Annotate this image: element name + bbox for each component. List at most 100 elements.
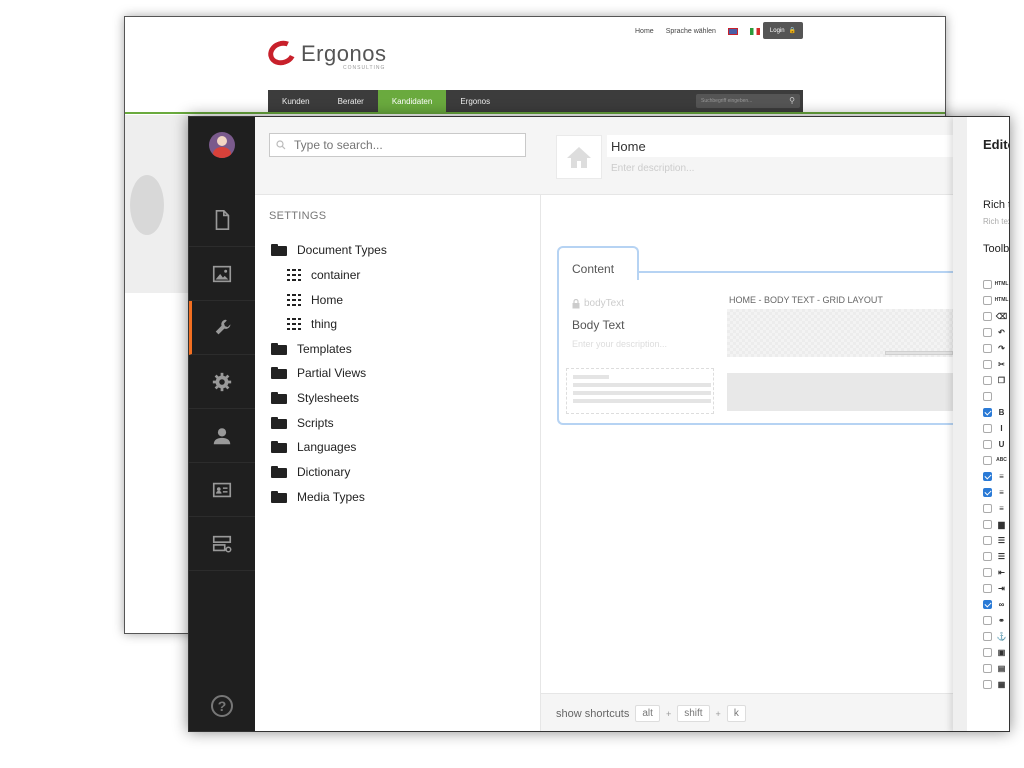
tree-item-thing[interactable]: thing <box>287 315 337 333</box>
checkbox[interactable] <box>983 343 992 353</box>
checkbox[interactable] <box>983 615 992 625</box>
toolbar-option-row[interactable]: ≡al <box>983 484 1009 500</box>
developer-section-button[interactable] <box>189 355 255 409</box>
toolbar-option-row[interactable]: ⌫re <box>983 308 1009 324</box>
grid-layout-preview[interactable] <box>727 309 953 357</box>
image-icon <box>212 265 232 282</box>
tree-item-document-types[interactable]: Document Types <box>271 241 387 259</box>
toolbar-option-row[interactable]: ≡al <box>983 468 1009 484</box>
login-button[interactable]: Login 🔒 <box>763 22 803 39</box>
toolbar-option-row[interactable]: ▤un <box>983 660 1009 676</box>
checkbox[interactable] <box>983 471 992 481</box>
checkbox[interactable] <box>983 647 992 657</box>
toolbar-option-row[interactable]: ▦ta <box>983 676 1009 692</box>
members-section-button[interactable] <box>189 463 255 517</box>
toolbar-option-row[interactable]: ☰nu <box>983 548 1009 564</box>
toolbar-option-row[interactable]: ABCst <box>983 452 1009 468</box>
show-shortcuts-link[interactable]: show shortcuts <box>556 708 629 720</box>
property-description[interactable]: Enter your description... <box>572 339 667 349</box>
toolbar-option-row[interactable]: HTMLco <box>983 292 1009 308</box>
tree-item-media-types[interactable]: Media Types <box>271 488 365 506</box>
toolbar-option-row[interactable]: ↷re <box>983 340 1009 356</box>
user-avatar[interactable] <box>209 132 235 158</box>
checkbox[interactable] <box>983 487 992 497</box>
doctype-icon-picker[interactable] <box>556 135 602 179</box>
checkbox[interactable] <box>983 439 992 449</box>
checkbox[interactable] <box>983 519 992 529</box>
menu-item-ergonos[interactable]: Ergonos <box>446 90 504 112</box>
tree-item-scripts[interactable]: Scripts <box>271 414 334 432</box>
uk-flag-icon[interactable] <box>727 28 738 35</box>
property-alias[interactable]: bodyText <box>572 298 624 309</box>
checkbox[interactable] <box>983 295 992 305</box>
search-icon[interactable]: ⚲ <box>789 96 795 105</box>
checkbox[interactable] <box>983 551 992 561</box>
tree-item-container[interactable]: container <box>287 266 360 284</box>
checkbox[interactable] <box>983 567 992 577</box>
toolbar-option-row[interactable]: ☰bu <box>983 532 1009 548</box>
checkbox[interactable] <box>983 311 992 321</box>
menu-item-kandidaten[interactable]: Kandidaten <box>377 90 447 112</box>
toolbar-option-row[interactable]: ❐co <box>983 372 1009 388</box>
tree-item-stylesheets[interactable]: Stylesheets <box>271 389 359 407</box>
settings-section-button[interactable] <box>189 301 255 355</box>
checkbox[interactable] <box>983 663 992 673</box>
website-search-input[interactable]: Suchbegriff eingeben... ⚲ <box>696 94 800 108</box>
link-icon: ∞ <box>998 599 1005 609</box>
toolbar-option-row[interactable]: ✂cu <box>983 356 1009 372</box>
tree-item-partial-views[interactable]: Partial Views <box>271 364 366 382</box>
italy-flag-icon[interactable] <box>749 28 760 35</box>
media-section-button[interactable] <box>189 247 255 301</box>
checkbox[interactable] <box>983 599 992 609</box>
checkbox[interactable] <box>983 327 992 337</box>
content-section-button[interactable] <box>189 193 255 247</box>
checkbox[interactable] <box>983 631 992 641</box>
menu-item-kunden[interactable]: Kunden <box>268 90 324 112</box>
users-section-button[interactable] <box>189 409 255 463</box>
toolbar-option-row[interactable]: ▣un <box>983 644 1009 660</box>
toolbar-option-row[interactable]: ↶un <box>983 324 1009 340</box>
toolbar-option-row[interactable]: HTMLco <box>983 276 1009 292</box>
add-property-block[interactable] <box>727 373 953 411</box>
checkbox[interactable] <box>983 359 992 369</box>
toolbar-option-row[interactable]: ⚓an <box>983 628 1009 644</box>
search-input[interactable] <box>292 137 512 153</box>
top-nav-home-link[interactable]: Home <box>635 28 654 35</box>
checkbox[interactable] <box>983 583 992 593</box>
toolbar-option-row[interactable]: ⇤ou <box>983 564 1009 580</box>
toolbar-option-row[interactable]: ⇥in <box>983 580 1009 596</box>
checkbox[interactable] <box>983 455 992 465</box>
help-icon[interactable]: ? <box>211 695 233 717</box>
checkbox[interactable] <box>983 423 992 433</box>
tree-item-dictionary[interactable]: Dictionary <box>271 463 350 481</box>
forms-section-button[interactable] <box>189 517 255 571</box>
grid-layout-label: HOME - BODY TEXT - GRID LAYOUT <box>729 295 883 305</box>
checkbox[interactable] <box>983 407 992 417</box>
toolbar-option-row[interactable]: Iita <box>983 420 1009 436</box>
tree-item-languages[interactable]: Languages <box>271 438 356 456</box>
tree-item-home[interactable]: Home <box>287 291 343 309</box>
toolbar-option-row[interactable]: ⚭un <box>983 612 1009 628</box>
umbraco-backoffice-window: ? SETTINGS Document Types container Home… <box>188 116 1010 732</box>
toolbar-option-row[interactable]: Bbo <box>983 404 1009 420</box>
property-drop-zone[interactable] <box>566 368 714 414</box>
toolbar-options-list: HTMLcoHTMLco⌫re↶un↷re✂cu❐co-- StyleBboIi… <box>983 276 1009 692</box>
property-name[interactable]: Body Text <box>572 318 624 332</box>
toolbar-option-row[interactable]: -- Style <box>983 388 1009 404</box>
checkbox[interactable] <box>983 503 992 513</box>
node-name-input[interactable]: Home <box>607 135 953 157</box>
tab-content[interactable]: Content <box>557 246 639 280</box>
node-description-input[interactable]: Enter description... <box>607 159 953 177</box>
menu-item-berater[interactable]: Berater <box>324 90 378 112</box>
checkbox[interactable] <box>983 279 992 289</box>
toolbar-option-row[interactable]: ▆al <box>983 516 1009 532</box>
checkbox[interactable] <box>983 535 992 545</box>
search-field[interactable] <box>269 133 526 157</box>
checkbox[interactable] <box>983 391 992 401</box>
checkbox[interactable] <box>983 375 992 385</box>
toolbar-option-row[interactable]: ∞lin <box>983 596 1009 612</box>
toolbar-option-row[interactable]: ≡al <box>983 500 1009 516</box>
checkbox[interactable] <box>983 679 992 689</box>
toolbar-option-row[interactable]: Uun <box>983 436 1009 452</box>
tree-item-templates[interactable]: Templates <box>271 340 352 358</box>
